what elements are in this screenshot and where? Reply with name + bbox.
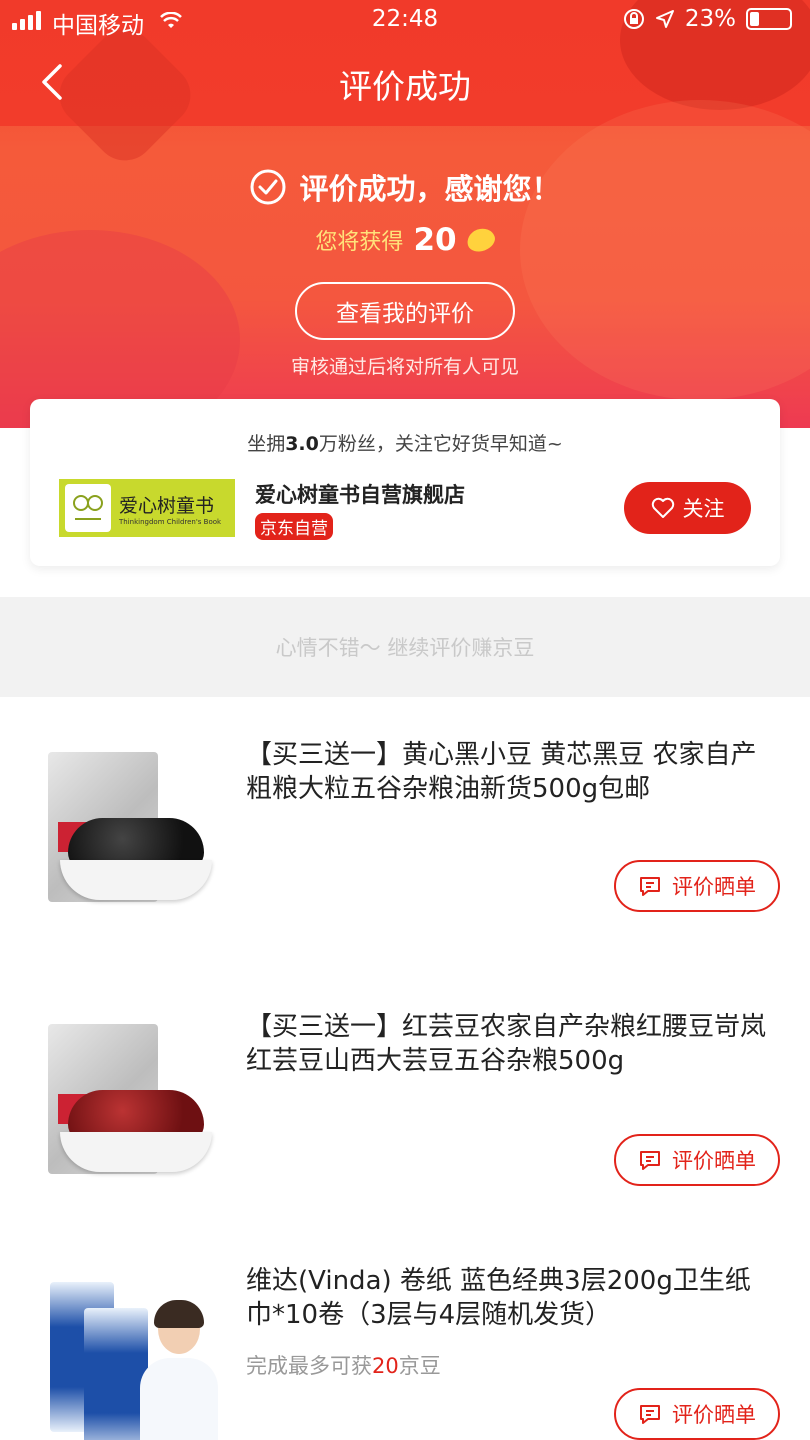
product-title[interactable]: 维达(Vinda) 卷纸 蓝色经典3层200g卫生纸巾*10卷（3层与4层随机发… (246, 1264, 776, 1332)
fans-suffix: 万粉丝，关注它好货早知道~ (318, 433, 563, 455)
lock-rotation-icon (623, 9, 644, 29)
jd-bean-icon (463, 224, 498, 256)
check-circle-icon (250, 169, 286, 205)
product-title[interactable]: 【买三送一】黄心黑小豆 黄芯黑豆 农家自产粗粮大粒五谷杂粮油新货500g包邮 (246, 738, 776, 806)
bean-hint-prefix: 完成最多可获 (246, 1354, 372, 1378)
review-button-label: 评价晒单 (672, 875, 756, 899)
comment-icon (640, 877, 660, 896)
reward-value: 20 (413, 222, 457, 258)
battery-icon (746, 8, 792, 30)
comment-icon (640, 1405, 660, 1424)
store-logo-icon (65, 484, 111, 532)
follow-label: 关注 (682, 497, 725, 521)
bean-hint-value: 20 (372, 1354, 399, 1378)
product-image[interactable] (44, 1268, 220, 1440)
reward-row: 您将获得 20 (0, 222, 810, 258)
location-arrow-icon (655, 10, 674, 28)
fans-count: 3.0 (285, 433, 319, 455)
store-fans-text: 坐拥3.0万粉丝，关注它好货早知道~ (30, 429, 780, 456)
reward-label: 您将获得 (315, 230, 404, 255)
battery-percent: 23% (684, 6, 736, 32)
store-logo-text: 爱心树童书 (119, 494, 215, 517)
store-self-operated-badge: 京东自营 (255, 513, 333, 540)
store-logo[interactable]: 爱心树童书 Thinkingdom Children's Book (59, 479, 235, 537)
product-image[interactable] (44, 748, 220, 924)
comment-icon (640, 1151, 660, 1170)
bean-reward-hint: 完成最多可获20京豆 (246, 1350, 441, 1380)
fans-prefix: 坐拥 (247, 433, 286, 455)
product-image[interactable] (44, 1020, 220, 1196)
product-item: 【买三送一】黄心黑小豆 黄芯黑豆 农家自产粗粮大粒五谷杂粮油新货500g包邮 评… (0, 720, 810, 960)
status-right: 23% (623, 6, 792, 32)
review-button[interactable]: 评价晒单 (614, 1388, 780, 1440)
product-item: 【买三送一】红芸豆农家自产杂粮红腰豆岢岚红芸豆山西大芸豆五谷杂粮500g 评价晒… (0, 994, 810, 1234)
product-title[interactable]: 【买三送一】红芸豆农家自产杂粮红腰豆岢岚红芸豆山西大芸豆五谷杂粮500g (246, 1010, 776, 1078)
page-title: 评价成功 (339, 67, 471, 106)
store-card: 坐拥3.0万粉丝，关注它好货早知道~ 爱心树童书 Thinkingdom Chi… (30, 399, 780, 566)
status-bar: 中国移动 22:48 23% (0, 0, 810, 40)
view-my-review-button[interactable]: 查看我的评价 (295, 282, 515, 340)
review-button-label: 评价晒单 (672, 1149, 756, 1173)
continue-review-prompt: 心情不错～ 继续评价赚京豆 (0, 597, 810, 697)
success-message: 评价成功，感谢您！ (299, 172, 561, 206)
review-button[interactable]: 评价晒单 (614, 860, 780, 912)
follow-button[interactable]: 关注 (624, 482, 751, 534)
review-button-label: 评价晒单 (672, 1403, 756, 1427)
review-note: 审核通过后将对所有人可见 (290, 356, 519, 378)
heart-icon (651, 497, 674, 518)
review-button[interactable]: 评价晒单 (614, 1134, 780, 1186)
product-item: 维达(Vinda) 卷纸 蓝色经典3层200g卫生纸巾*10卷（3层与4层随机发… (0, 1248, 810, 1440)
success-header: 中国移动 22:48 23% 评价成功 评价成功，感谢您！ 您将获得 20 查看… (0, 0, 810, 428)
bean-hint-suffix: 京豆 (398, 1354, 441, 1378)
store-name[interactable]: 爱心树童书自营旗舰店 (255, 479, 465, 509)
store-logo-subtext: Thinkingdom Children's Book (119, 517, 222, 526)
success-message-row: 评价成功，感谢您！ (0, 166, 810, 208)
